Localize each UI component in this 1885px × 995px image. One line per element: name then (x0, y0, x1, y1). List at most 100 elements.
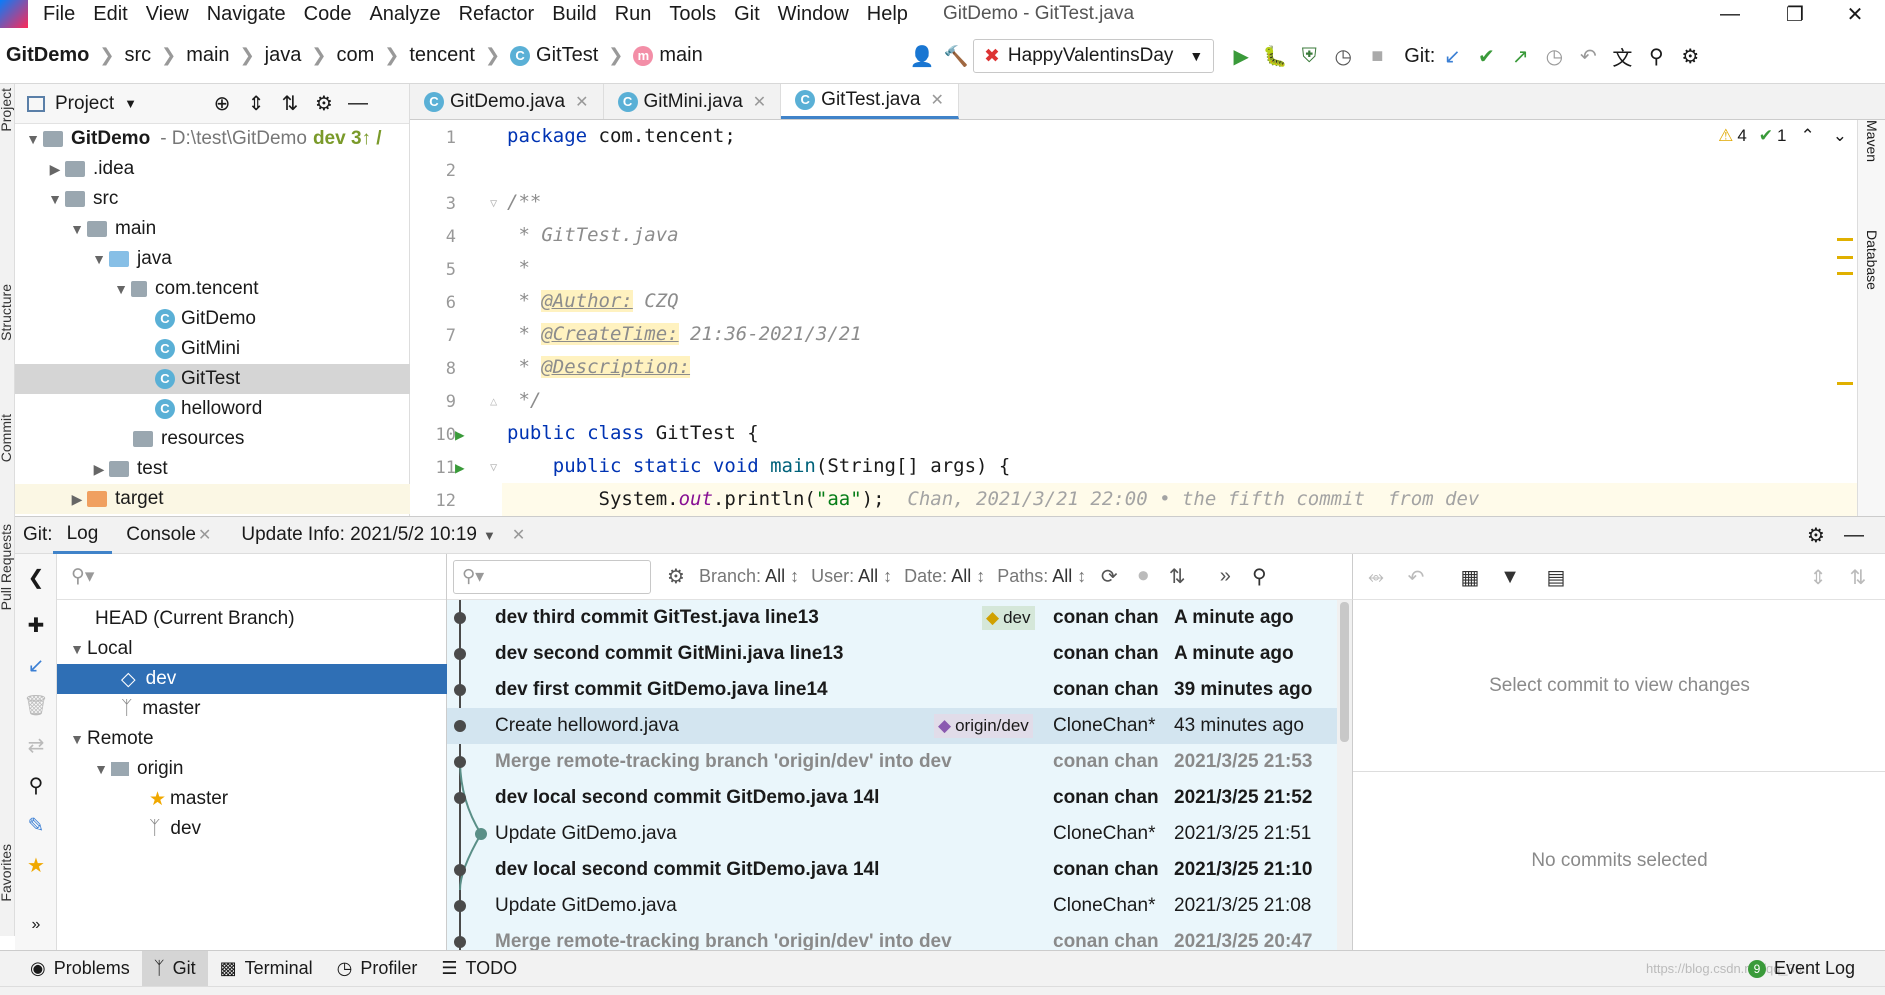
tab-update-info[interactable]: Update Info: 2021/5/2 10:19 (227, 516, 483, 554)
date-filter[interactable]: Date: All ↕ (898, 566, 991, 587)
profile-icon[interactable]: ◷ (1326, 39, 1360, 73)
branch-origin-master[interactable]: ★ master (57, 784, 447, 814)
warning-stripe[interactable] (1837, 272, 1853, 275)
project-tool-tab[interactable]: Project (0, 88, 14, 132)
close-icon[interactable]: ✕ (753, 92, 766, 112)
gear-icon[interactable]: ⚙ (307, 87, 341, 121)
commit-row[interactable]: Merge remote-tracking branch 'origin/dev… (447, 744, 1337, 780)
project-panel-title[interactable]: Project (55, 93, 114, 115)
delete-icon[interactable]: 🗑 (19, 688, 53, 722)
menu-edit[interactable]: Edit (84, 3, 136, 26)
tree-item-target[interactable]: ▶ target (15, 484, 410, 514)
layout-icon[interactable]: ▤ (1539, 560, 1573, 594)
close-icon[interactable]: ✕ (512, 525, 525, 545)
scrollbar-thumb[interactable] (1340, 602, 1349, 742)
problems-tool-button[interactable]: ◉ Problems (18, 951, 142, 987)
profiler-tool-button[interactable]: ◷ Profiler (325, 951, 430, 987)
structure-tool-tab[interactable]: Structure (0, 284, 14, 341)
filter-icon[interactable]: ▼ (1493, 560, 1527, 594)
favorite-star-icon[interactable]: ★ (19, 848, 53, 882)
edit-icon[interactable]: ✎ (19, 808, 53, 842)
commit-row[interactable]: dev local second commit GitDemo.java 14l… (447, 780, 1337, 816)
history-icon[interactable]: ◷ (1537, 39, 1571, 73)
breadcrumb-class[interactable]: C GitTest (504, 44, 604, 67)
tree-item-java[interactable]: ▼ java (89, 244, 172, 274)
debug-icon[interactable]: 🐛 (1258, 39, 1292, 73)
close-window-button[interactable]: ✕ (1825, 0, 1885, 28)
rollback-icon[interactable]: ↶ (1571, 39, 1605, 73)
gear-icon[interactable]: ⚙ (1673, 39, 1707, 73)
warning-stripe[interactable] (1837, 238, 1853, 241)
branch-group-remote[interactable]: ▼ Remote (57, 724, 447, 754)
fold-icon[interactable]: ▽ (490, 460, 497, 474)
collapse-all-icon[interactable]: ⇅ (1841, 560, 1875, 594)
chevron-down-icon[interactable]: ▼ (124, 96, 137, 111)
git-tool-button[interactable]: ᛉ Git (141, 950, 208, 987)
user-filter[interactable]: User: All ↕ (805, 566, 898, 587)
stop-icon[interactable]: ■ (1360, 39, 1394, 73)
collapse-all-icon[interactable]: ⇅ (273, 87, 307, 121)
gear-icon[interactable]: ⚙ (659, 560, 693, 594)
chevron-down-icon[interactable]: ▼ (483, 528, 496, 543)
branch-local-master[interactable]: ᛉ master (57, 694, 447, 724)
search-icon[interactable]: ⚲ (19, 768, 53, 802)
tab-gitmini-java[interactable]: C GitMini.java ✕ (604, 84, 782, 119)
menu-view[interactable]: View (137, 3, 198, 26)
commit-row[interactable]: Create helloword.java ◆ origin/dev CloneC… (447, 708, 1337, 744)
database-tool-tab[interactable]: Database (1864, 230, 1880, 290)
branch-head[interactable]: HEAD (Current Branch) (57, 604, 447, 634)
commit-list-scrollbar[interactable] (1337, 600, 1352, 950)
user-icon[interactable]: 👤 (905, 39, 939, 73)
todo-tool-button[interactable]: ☰ TODO (429, 951, 529, 987)
sort-icon[interactable]: ⇅ (1160, 560, 1194, 594)
show-diff-icon[interactable]: ⥈ (1359, 560, 1393, 594)
restore-button[interactable]: ❐ (1765, 0, 1825, 28)
code-editor[interactable]: package com.tencent; /** * GitTest.java … (502, 120, 1857, 516)
translate-icon[interactable]: 文 (1605, 39, 1639, 73)
tree-item-gitdemo-class[interactable]: C GitDemo (155, 304, 256, 334)
tree-item-test[interactable]: ▶ test (89, 454, 168, 484)
hide-icon[interactable]: — (341, 87, 375, 121)
warning-stripe[interactable] (1837, 256, 1853, 259)
update-icon[interactable]: ↙ (19, 648, 53, 682)
tree-item-package[interactable]: ▼ com.tencent (111, 274, 258, 304)
branch-local-dev[interactable]: ◇ dev (57, 664, 447, 694)
tab-console[interactable]: Console (112, 516, 198, 554)
tree-item-gitdemo[interactable]: ▼ GitDemo - D:\test\GitDemo dev 3↑ / (23, 124, 382, 154)
search-icon[interactable]: ⚲ (1639, 39, 1673, 73)
maven-tool-tab[interactable]: Maven (1864, 120, 1880, 162)
menu-help[interactable]: Help (858, 3, 917, 26)
event-log-button[interactable]: 9 Event Log (1736, 951, 1867, 987)
commit-row[interactable]: dev local second commit GitDemo.java 14l… (447, 852, 1337, 888)
fold-icon[interactable]: △ (490, 394, 497, 408)
cherry-pick-icon[interactable]: ⚫ (1126, 560, 1160, 594)
breadcrumb-project[interactable]: GitDemo (0, 44, 95, 67)
menu-run[interactable]: Run (606, 3, 661, 26)
paths-filter[interactable]: Paths: All ↕ (991, 566, 1092, 587)
close-icon[interactable]: ✕ (198, 525, 211, 545)
fold-icon[interactable]: ▽ (490, 196, 497, 210)
add-icon[interactable]: ✚ (19, 608, 53, 642)
menu-git[interactable]: Git (725, 3, 769, 26)
menu-tools[interactable]: Tools (660, 3, 725, 26)
update-project-icon[interactable]: ↙ (1435, 39, 1469, 73)
breadcrumb-tencent[interactable]: tencent (403, 44, 481, 67)
menu-window[interactable]: Window (769, 3, 858, 26)
build-hammer-icon[interactable]: 🔨 (939, 39, 973, 73)
commit-row[interactable]: Update GitDemo.java CloneChan* 2021/3/25… (447, 888, 1337, 924)
menu-code[interactable]: Code (295, 3, 361, 26)
tab-gittest-java[interactable]: C GitTest.java ✕ (781, 84, 959, 119)
rollback-icon[interactable]: ↶ (1399, 560, 1433, 594)
branch-group-local[interactable]: ▼ Local (57, 634, 447, 664)
menu-refactor[interactable]: Refactor (450, 3, 544, 26)
expand-all-icon[interactable]: ⇕ (239, 87, 273, 121)
commit-icon[interactable]: ✔ (1469, 39, 1503, 73)
commit-row[interactable]: dev first commit GitDemo.java line14 con… (447, 672, 1337, 708)
tree-item-main[interactable]: ▼ main (67, 214, 156, 244)
pull-requests-tool-tab[interactable]: Pull Requests (0, 524, 14, 610)
search-icon[interactable]: ⚲ (1242, 560, 1276, 594)
close-icon[interactable]: ✕ (575, 92, 588, 112)
branch-filter[interactable]: Branch: All ↕ (693, 566, 805, 587)
run-gutter-icon[interactable]: ▶ (455, 458, 465, 477)
breadcrumb-method[interactable]: m main (627, 44, 708, 67)
